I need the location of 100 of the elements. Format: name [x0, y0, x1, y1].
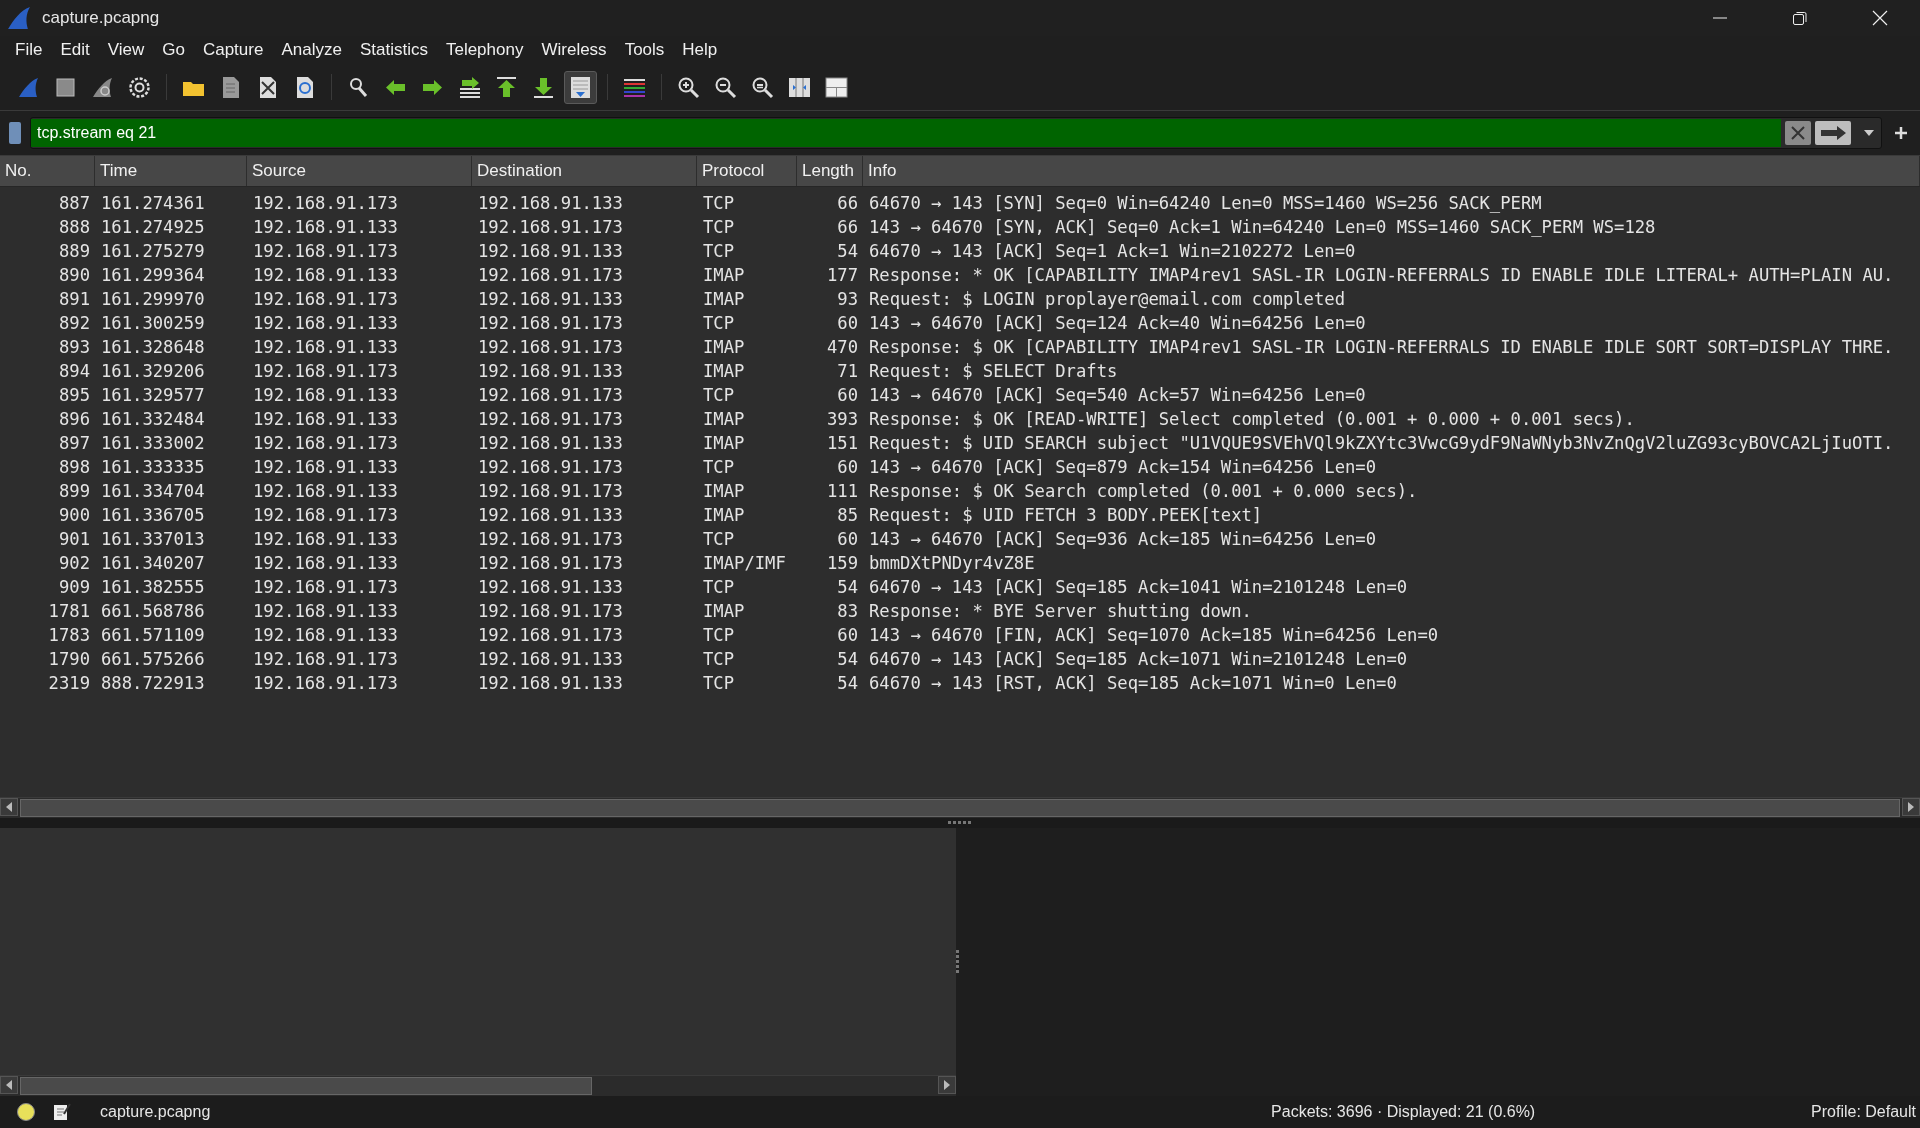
table-cell-text: 161.334704	[100, 480, 206, 503]
scrollbar-thumb[interactable]	[20, 1077, 592, 1095]
table-cell-text: 192.168.91.133	[477, 240, 624, 263]
toolbar-button[interactable]	[564, 70, 597, 104]
table-cell-text: 896	[57, 408, 91, 431]
table-cell-text: 64670 → 143 [SYN] Seq=0 Win=64240 Len=0 MSS=1460 WS=256 SACK_PERM	[868, 192, 1543, 215]
table-cell-text: 895	[57, 384, 91, 407]
column-header[interactable]: Protocol	[697, 156, 797, 186]
table-cell-text: TCP	[702, 456, 736, 479]
menu-item[interactable]: Help	[673, 38, 727, 62]
status-dot-icon[interactable]	[16, 1102, 36, 1122]
table-cell-text: 898	[57, 456, 91, 479]
scroll-right-button[interactable]	[1902, 798, 1920, 816]
table-cell-text: 888.722913	[100, 672, 206, 695]
table-cell-text: 661.568786	[100, 600, 206, 623]
scrollbar-thumb[interactable]	[20, 799, 1900, 817]
table-cell-text: 661.575266	[100, 648, 206, 671]
restore-icon	[1792, 10, 1808, 26]
table-cell-text: 470	[825, 336, 859, 359]
scroll-left-button[interactable]	[0, 798, 18, 816]
table-cell-text: 159	[825, 552, 859, 575]
window-title: capture.pcapng	[42, 8, 161, 28]
table-cell-text: 64670 → 143 [ACK] Seq=1 Ack=1 Win=2102272 Len=0	[868, 240, 1357, 263]
column-header[interactable]: Source	[247, 156, 472, 186]
menu-item[interactable]: Edit	[51, 38, 99, 62]
table-cell-text: 85	[836, 504, 859, 527]
scroll-left-button[interactable]	[0, 1076, 18, 1094]
table-cell-text: 192.168.91.173	[252, 360, 399, 383]
table-cell-text: 192.168.91.133	[252, 456, 399, 479]
table-cell-text: 60	[836, 624, 859, 647]
table-cell-text: 161.328648	[100, 336, 206, 359]
table-cell-text: 192.168.91.173	[477, 264, 624, 287]
table-cell-text: 192.168.91.133	[252, 264, 399, 287]
table-cell-text: 192.168.91.173	[252, 576, 399, 599]
profile-label[interactable]: Profile: Default	[1811, 1103, 1920, 1121]
menu-item[interactable]: Statistics	[350, 38, 437, 62]
splitter-handle-icon[interactable]	[956, 949, 960, 975]
splitter-handle-icon[interactable]	[947, 821, 973, 825]
menu-item[interactable]: Capture	[193, 38, 273, 62]
table-cell-text: IMAP	[702, 264, 746, 287]
menu-item[interactable]: View	[98, 38, 154, 62]
table-cell-text: 93	[836, 288, 859, 311]
table-cell-text: 192.168.91.133	[252, 528, 399, 551]
table-cell-text: 192.168.91.173	[477, 312, 624, 335]
goto-packet-icon	[457, 74, 482, 100]
left-triangle-icon	[5, 802, 13, 812]
scroll-right-button[interactable]	[938, 1076, 956, 1094]
column-header[interactable]: Length	[797, 156, 863, 186]
minimize-icon	[1712, 17, 1728, 19]
table-cell-text: 54	[836, 576, 859, 599]
column-header[interactable]: Info	[863, 156, 1920, 186]
table-cell-text: 1790	[47, 648, 91, 671]
bookmark-icon[interactable]	[8, 121, 22, 145]
table-cell-text: TCP	[702, 672, 736, 695]
table-cell-text: 64670 → 143 [ACK] Seq=185 Ack=1041 Win=2101248 Len=0	[868, 576, 1409, 599]
menu-item[interactable]: Analyze	[272, 38, 351, 62]
table-cell-text: 192.168.91.173	[477, 552, 624, 575]
table-cell-text: 64670 → 143 [ACK] Seq=185 Ack=1071 Win=2101248 Len=0	[868, 648, 1409, 671]
table-cell-text: TCP	[702, 192, 736, 215]
table-cell-text: 71	[836, 360, 859, 383]
table-cell-text: 161.333002	[100, 432, 206, 455]
table-cell-text: 192.168.91.173	[477, 528, 624, 551]
table-cell-text: Request: $ UID FETCH 3 BODY.PEEK[text]	[868, 504, 1264, 527]
table-cell-text: 192.168.91.173	[477, 408, 624, 431]
table-cell-text: 192.168.91.133	[252, 312, 399, 335]
table-cell-text: 899	[57, 480, 91, 503]
left-triangle-icon	[5, 1080, 13, 1090]
gear-icon	[127, 74, 152, 100]
table-cell-text: TCP	[702, 648, 736, 671]
menu-item[interactable]: Tools	[615, 38, 674, 62]
menu-item[interactable]: Wireless	[532, 38, 616, 62]
table-cell-text: 60	[836, 528, 859, 551]
table-cell-text: 192.168.91.133	[477, 192, 624, 215]
table-cell-text: 192.168.91.173	[252, 672, 399, 695]
table-cell-text: TCP	[702, 576, 736, 599]
edit-note-icon[interactable]	[52, 1102, 72, 1122]
app-logo-icon	[6, 5, 32, 31]
menu-item[interactable]: File	[6, 38, 52, 62]
column-header[interactable]: Destination	[472, 156, 697, 186]
table-cell-text: 192.168.91.173	[477, 456, 624, 479]
menu-item[interactable]: Go	[153, 38, 194, 62]
table-cell-text: 897	[57, 432, 91, 455]
table-cell-text: 192.168.91.133	[477, 432, 624, 455]
menu-item[interactable]: Telephony	[436, 38, 533, 62]
packet-count: Packets: 3696 · Displayed: 21 (0.6%)	[1271, 1103, 1537, 1121]
table-cell-text: IMAP	[702, 432, 746, 455]
table-cell-text: TCP	[702, 240, 736, 263]
column-header[interactable]: Time	[95, 156, 247, 186]
table-cell-text: 892	[57, 312, 91, 335]
table-cell-text: 192.168.91.173	[252, 192, 399, 215]
table-cell-text: 192.168.91.173	[252, 288, 399, 311]
column-header[interactable]: No.	[0, 156, 95, 186]
table-cell-text: 143 → 64670 [ACK] Seq=540 Ack=57 Win=64256 Len=0	[868, 384, 1367, 407]
table-cell-text: 60	[836, 312, 859, 335]
table-cell-text: 192.168.91.173	[477, 624, 624, 647]
table-cell-text: 192.168.91.173	[252, 240, 399, 263]
table-cell-text: 902	[57, 552, 91, 575]
autoscroll-icon	[568, 74, 593, 100]
table-cell-text: Response: * BYE Server shutting down.	[868, 600, 1253, 623]
table-cell-text: TCP	[702, 312, 736, 335]
